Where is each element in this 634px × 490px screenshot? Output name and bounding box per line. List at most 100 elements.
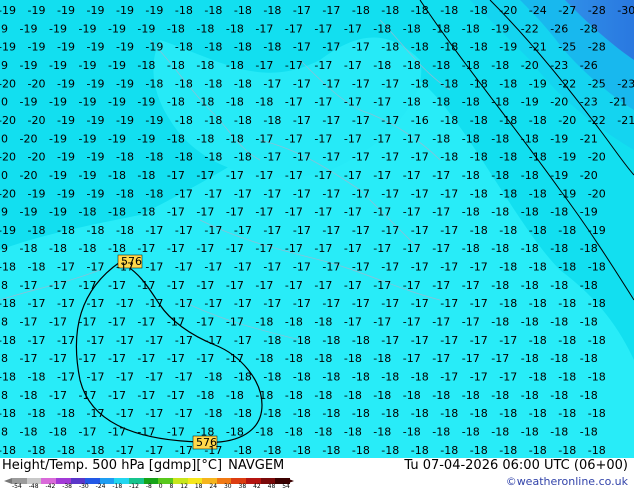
temperature-value: -17 <box>108 316 126 329</box>
temperature-value: -18 <box>0 389 8 402</box>
temperature-value: -18 <box>196 59 214 72</box>
temperature-value: -18 <box>529 334 547 347</box>
temperature-value: -18 <box>344 425 362 438</box>
temperature-value: -20 <box>580 169 598 182</box>
temperature-value: -17 <box>462 279 480 292</box>
temperature-value: -17 <box>285 132 303 145</box>
temperature-value: -17 <box>403 132 421 145</box>
temperature-value: -17 <box>293 187 311 200</box>
temperature-value: -18 <box>263 444 281 457</box>
temperature-value: -17 <box>381 114 399 127</box>
temperature-value: -28 <box>588 41 606 54</box>
temperature-value: -18 <box>381 4 399 17</box>
temperature-value: -19 <box>87 187 105 200</box>
temperature-value: -17 <box>403 352 421 365</box>
temperature-value: -18 <box>440 444 458 457</box>
legend-ticks: -54 -48 -42 -38 -30 -24 -18 -12 -8 0 8 12 18 24 30 38 42… <box>12 484 290 490</box>
temperature-value: -17 <box>322 187 340 200</box>
temperature-value: -18 <box>529 187 547 200</box>
temperature-value: -18 <box>352 334 370 347</box>
temperature-value: -17 <box>322 224 340 237</box>
temperature-value: -17 <box>204 224 222 237</box>
legend-tick: 8 <box>169 483 174 490</box>
temperature-value: -18 <box>491 59 509 72</box>
temperature-value: -17 <box>322 261 340 274</box>
temperature-value: -18 <box>529 261 547 274</box>
temperature-value: -18 <box>263 407 281 420</box>
temperature-value: -18 <box>255 352 273 365</box>
temperature-value: -18 <box>588 371 606 384</box>
temperature-value: -18 <box>381 407 399 420</box>
temperature-value: -17 <box>263 224 281 237</box>
temperature-value: -18 <box>462 206 480 219</box>
temperature-value: -19 <box>49 132 67 145</box>
temperature-value: -17 <box>116 334 134 347</box>
temperature-value: -17 <box>255 206 273 219</box>
temperature-value: -18 <box>470 41 488 54</box>
temperature-value: -17 <box>49 279 67 292</box>
temperature-value: -17 <box>204 444 222 457</box>
temperature-value: -18 <box>491 169 509 182</box>
temperature-value: -17 <box>499 371 517 384</box>
temperature-value: -18 <box>234 407 252 420</box>
legend-tick: -24 <box>95 483 106 490</box>
temperature-value: -17 <box>411 334 429 347</box>
temperature-value: -17 <box>196 352 214 365</box>
temperature-value: -18 <box>175 77 193 90</box>
temperature-value: -17 <box>137 389 155 402</box>
color-legend: -54 -48 -42 -38 -30 -24 -18 -12 -8 0 8 12 18 24 30 38 42… <box>4 478 294 490</box>
temperature-value: -18 <box>470 4 488 17</box>
temperature-value: -17 <box>381 224 399 237</box>
temperature-value: -18 <box>116 187 134 200</box>
temperature-value: -18 <box>28 261 46 274</box>
temperature-value: -17 <box>57 297 75 310</box>
temperature-value: -17 <box>116 371 134 384</box>
temperature-value: -17 <box>314 59 332 72</box>
temperature-value: -17 <box>314 169 332 182</box>
temperature-value: -17 <box>440 261 458 274</box>
temperature-value: -18 <box>255 316 273 329</box>
temperature-value: -18 <box>588 444 606 457</box>
temperature-value: -18 <box>558 261 576 274</box>
temperature-value: -18 <box>255 96 273 109</box>
temperature-value: -20 <box>0 96 8 109</box>
temperature-value: -18 <box>588 261 606 274</box>
temperature-value: -17 <box>322 77 340 90</box>
temperature-value: -19 <box>57 4 75 17</box>
temperature-value: -18 <box>196 132 214 145</box>
temperature-value: -19 <box>499 41 517 54</box>
temperature-value: -17 <box>344 169 362 182</box>
temperature-value: -18 <box>440 407 458 420</box>
temperature-value: -18 <box>234 41 252 54</box>
temperature-value: -18 <box>580 389 598 402</box>
temperature-value: -20 <box>588 151 606 164</box>
temperature-value: -18 <box>529 371 547 384</box>
credit-link[interactable]: ©weatheronline.co.uk <box>506 475 628 488</box>
temperature-value: -17 <box>373 316 391 329</box>
temperature-value: -17 <box>344 22 362 35</box>
temperature-value: -18 <box>580 279 598 292</box>
temperature-value: -18 <box>558 407 576 420</box>
temperature-value: -20 <box>550 96 568 109</box>
temperature-value: -20 <box>0 187 16 200</box>
temperature-value: -17 <box>263 187 281 200</box>
temperature-value: -17 <box>79 389 97 402</box>
temperature-value: -17 <box>263 261 281 274</box>
temperature-value: -18 <box>285 389 303 402</box>
temperature-value: -18 <box>499 187 517 200</box>
temperature-value: -17 <box>293 114 311 127</box>
legend-tick: 54 <box>282 483 290 490</box>
temperature-value: -17 <box>263 297 281 310</box>
temperature-value: -17 <box>175 224 193 237</box>
temperature-value: -20 <box>0 114 16 127</box>
temperature-value: -17 <box>285 169 303 182</box>
temperature-value: -17 <box>432 316 450 329</box>
temperature-value: -18 <box>470 224 488 237</box>
temperature-value: -18 <box>373 59 391 72</box>
temperature-value: -18 <box>411 371 429 384</box>
temperature-value: -16 <box>411 114 429 127</box>
temperature-value: -18 <box>403 96 421 109</box>
temperature-value: -18 <box>470 407 488 420</box>
temperature-value: -18 <box>499 224 517 237</box>
temperature-value: -18 <box>462 132 480 145</box>
